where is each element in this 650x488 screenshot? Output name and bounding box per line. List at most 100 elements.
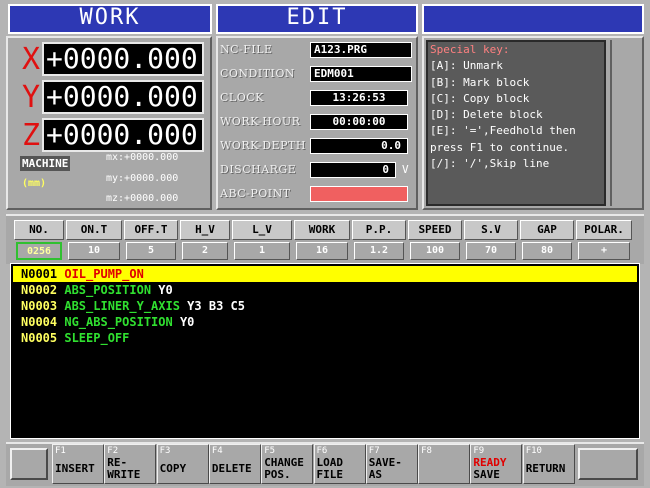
program-line[interactable]: N0005 SLEEP_OFF (13, 330, 637, 346)
param-value-2[interactable]: 5 (126, 242, 176, 260)
param-value-4[interactable]: 1 (234, 242, 290, 260)
special-key-line: [E]: '=',Feedhold then (430, 124, 576, 138)
unit-label: (mm) (22, 178, 47, 189)
fkey-label: RETURN (525, 462, 566, 475)
nc-file-field[interactable]: A123.PRG (310, 42, 412, 58)
z-axis-value: +0000.000 (42, 118, 204, 152)
fkey-number: F3 (159, 446, 171, 456)
fkey-number: F9 (473, 446, 485, 456)
fkey-number: F10 (525, 446, 542, 456)
fkey-number: F6 (316, 446, 328, 456)
my-value: my:+0000.000 (106, 173, 179, 184)
f10-return-button[interactable]: F10 RETURN (522, 444, 575, 484)
clock-label: CLOCK (220, 91, 264, 104)
param-value-0[interactable]: 0256 (16, 242, 62, 260)
line-number: N0003 (21, 299, 58, 313)
param-value-6[interactable]: 1.2 (354, 242, 404, 260)
program-line[interactable]: N0004 NG_ABS_POSITION Y0 (13, 314, 637, 330)
param-header-2: OFF.T (124, 220, 178, 240)
discharge-field: 0 (310, 162, 396, 178)
param-header-6: P.P. (352, 220, 406, 240)
program-line[interactable]: N0002 ABS_POSITION Y0 (13, 282, 637, 298)
edit-title: EDIT (216, 4, 418, 34)
fkey-label: SAVE- AS (368, 456, 402, 481)
line-command: SLEEP_OFF (64, 331, 130, 345)
line-arguments: Y3 B3 C5 (179, 299, 245, 313)
f1-insert-button[interactable]: F1 INSERT (52, 444, 104, 484)
x-axis-value: +0000.000 (42, 42, 204, 76)
abc-point-label: ABC-POINT (220, 187, 291, 200)
f9-save-button[interactable]: F9 READY SAVE (470, 444, 523, 484)
param-value-9[interactable]: 80 (522, 242, 572, 260)
line-command: ABS_LINER_Y_AXIS (64, 299, 180, 313)
special-key-line: [/]: '/',Skip line (430, 157, 550, 171)
work-depth-label: WORK-DEPTH (220, 139, 306, 152)
fkey-label: LOAD FILE (316, 456, 344, 481)
special-key-line: [B]: Mark block (430, 75, 530, 89)
param-header-8: S.V (464, 220, 518, 240)
special-key-line: press F1 to continue. (430, 140, 570, 154)
mx-value: mx:+0000.000 (106, 152, 179, 163)
special-key-line: [D]: Delete block (430, 108, 543, 122)
special-key-line: [C]: Copy block (430, 91, 530, 105)
f5-change-pos-button[interactable]: F5 CHANGE POS. (261, 444, 314, 484)
special-key-text: Special key: [A]: Unmark [B]: Mark block… (430, 42, 608, 172)
param-value-1[interactable]: 10 (68, 242, 120, 260)
f8-button[interactable]: F8 (418, 444, 471, 484)
fkey-label: RE- WRITE (107, 456, 141, 481)
line-arguments: Y0 (151, 283, 173, 297)
nc-file-label: NC-FILE (220, 43, 273, 56)
x-axis-letter: X (22, 42, 41, 77)
y-axis-letter: Y (22, 80, 41, 115)
work-title: WORK (8, 4, 212, 34)
fkey-label: COPY (159, 462, 187, 475)
left-side-button[interactable] (10, 448, 48, 480)
param-header-5: WORK (294, 220, 350, 240)
work-hour-label: WORK-HOUR (220, 115, 301, 128)
param-value-3[interactable]: 2 (182, 242, 228, 260)
f4-delete-button[interactable]: F4 DELETE (208, 444, 261, 484)
fkey-label: DELETE (211, 462, 252, 475)
f3-copy-button[interactable]: F3 COPY (156, 444, 209, 484)
param-value-8[interactable]: 70 (466, 242, 516, 260)
special-panel-side (610, 40, 640, 206)
mz-value: mz:+0000.000 (106, 193, 179, 204)
f7-save-as-button[interactable]: F7 SAVE- AS (365, 444, 418, 484)
abc-point-indicator (310, 186, 408, 202)
param-header-0: NO. (14, 220, 64, 240)
param-header-10: POLAR. (576, 220, 632, 240)
param-value-7[interactable]: 100 (410, 242, 460, 260)
right-side-button[interactable] (578, 448, 638, 480)
line-command: ABS_POSITION (64, 283, 152, 297)
fkey-number: F5 (264, 446, 276, 456)
fkey-number: F2 (107, 446, 119, 456)
work-hour-field: 00:00:00 (310, 114, 408, 130)
param-header-3: H_V (180, 220, 230, 240)
param-header-4: L_V (232, 220, 292, 240)
special-key-line: [A]: Unmark (430, 59, 503, 73)
param-value-10[interactable]: + (578, 242, 630, 260)
discharge-unit: V (402, 163, 409, 176)
clock-field: 13:26:53 (310, 90, 408, 106)
line-number: N0004 (21, 315, 58, 329)
fkey-number: F7 (368, 446, 380, 456)
f6-load-file-button[interactable]: F6 LOAD FILE (313, 444, 366, 484)
program-line[interactable]: N0003 ABS_LINER_Y_AXIS Y3 B3 C5 (13, 298, 637, 314)
machine-label: MACHINE (20, 156, 71, 171)
program-listing[interactable]: N0001 OIL_PUMP_ON N0002 ABS_POSITION Y0 N0… (10, 263, 640, 439)
program-line[interactable]: N0001 OIL_PUMP_ON (13, 266, 637, 282)
condition-label: CONDITION (220, 67, 296, 80)
line-command: NG_ABS_POSITION (64, 315, 173, 329)
y-axis-value: +0000.000 (42, 80, 204, 114)
condition-field[interactable]: EDM001 (310, 66, 412, 82)
fkey-label: CHANGE POS. (264, 456, 304, 481)
fkey-label: SAVE (473, 468, 500, 481)
param-value-5[interactable]: 16 (296, 242, 348, 260)
param-header-1: ON.T (66, 220, 122, 240)
line-arguments: Y0 (172, 315, 195, 329)
discharge-label: DISCHARGE (220, 163, 297, 176)
f2-rewrite-button[interactable]: F2 RE- WRITE (104, 444, 157, 484)
line-number: N0002 (21, 283, 58, 297)
fkey-number: F1 (55, 446, 66, 456)
line-number: N0005 (21, 331, 58, 345)
